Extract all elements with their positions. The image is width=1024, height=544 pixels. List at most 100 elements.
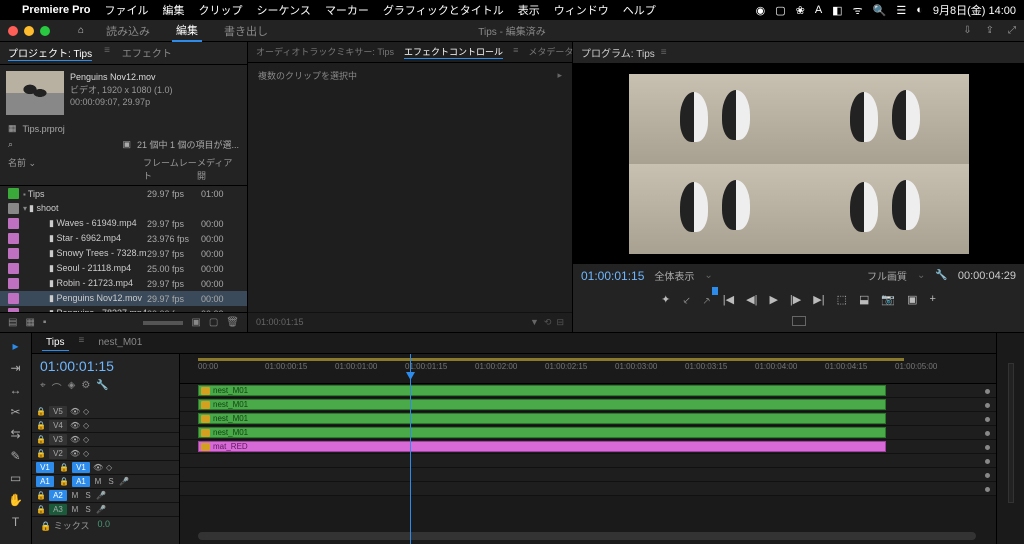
rectangle-tool-icon[interactable]: ▭: [10, 471, 21, 485]
expand-icon[interactable]: ▸: [557, 70, 562, 81]
search-icon[interactable]: 🔍: [873, 4, 887, 17]
mic-icon[interactable]: 🎤: [119, 477, 129, 486]
mic-icon[interactable]: 🎤: [96, 505, 106, 514]
clip-item[interactable]: ▮ Waves - 61949.mp4 29.97 fps00:00: [0, 216, 247, 231]
mark-out-icon[interactable]: ⸕: [703, 293, 711, 308]
eye-icon[interactable]: 👁: [70, 421, 80, 430]
clip-nest[interactable]: nest_M01: [198, 427, 886, 438]
clip-thumbnail[interactable]: [6, 71, 64, 115]
track-header-a1[interactable]: A1🔒A1MS🎤: [32, 475, 179, 489]
lock-icon[interactable]: 🔒: [36, 407, 46, 416]
track-lane-a3[interactable]: [180, 482, 996, 496]
battery-icon[interactable]: ◧: [832, 4, 842, 17]
lock-icon[interactable]: 🔒: [59, 463, 69, 472]
settings-icon[interactable]: ⚙: [81, 380, 90, 395]
sequence-tab-tips[interactable]: Tips: [42, 335, 69, 351]
eye-icon[interactable]: 👁: [70, 435, 80, 444]
track-header-v4[interactable]: 🔒V4👁◇: [32, 419, 179, 433]
mute-icon[interactable]: ◇: [83, 449, 89, 458]
status-icon[interactable]: A: [815, 4, 822, 16]
sort-icon[interactable]: ⌄: [29, 158, 37, 168]
search-icon[interactable]: ⌕: [8, 139, 13, 150]
lock-icon[interactable]: 🔒: [36, 449, 46, 458]
panel-menu-icon[interactable]: ≡: [513, 45, 518, 59]
safe-margins-icon[interactable]: [792, 316, 806, 326]
status-icon[interactable]: ▢: [775, 4, 785, 17]
mic-icon[interactable]: 🎤: [96, 491, 106, 500]
disclosure-icon[interactable]: ▾: [23, 204, 27, 213]
timeline-tracks-area[interactable]: 00:00 01:00:00:15 01:00:01:00 01:00:01:1…: [180, 354, 996, 544]
fullscreen-icon[interactable]: ⤢: [1008, 25, 1016, 36]
lock-icon[interactable]: 🔒: [36, 421, 46, 430]
timeline-timecode[interactable]: 01:00:01:15: [32, 354, 179, 378]
go-to-out-icon[interactable]: ▶|: [813, 293, 824, 308]
export-frame-icon[interactable]: 📷: [881, 293, 895, 308]
work-area-bar[interactable]: [198, 358, 904, 361]
ripple-tool-icon[interactable]: ↔: [10, 383, 22, 397]
tab-export[interactable]: 書き出し: [220, 21, 272, 41]
freeform-view-icon[interactable]: ▪: [43, 317, 47, 328]
track-select-tool-icon[interactable]: ⇥: [10, 361, 20, 375]
track-header-v5[interactable]: 🔒V5👁◇: [32, 405, 179, 419]
mute-icon[interactable]: ◇: [83, 407, 89, 416]
tab-effect-controls[interactable]: エフェクトコントロール: [404, 45, 503, 59]
linked-selection-icon[interactable]: ⌒: [52, 380, 62, 395]
slip-tool-icon[interactable]: ⇆: [10, 427, 20, 441]
scrubber-playhead[interactable]: [712, 287, 718, 295]
download-icon[interactable]: ⇩: [963, 25, 971, 36]
menu-view[interactable]: 表示: [518, 2, 540, 18]
track-lane-a2[interactable]: [180, 468, 996, 482]
add-marker-icon[interactable]: ✦: [661, 293, 670, 308]
track-lane-v2[interactable]: nest_M01: [180, 426, 996, 440]
track-header-a2[interactable]: 🔒A2MS🎤: [32, 489, 179, 503]
settings-icon[interactable]: 🔧: [935, 270, 947, 281]
new-bin-icon[interactable]: ▣: [191, 317, 200, 328]
icon-view-icon[interactable]: ▦: [25, 317, 34, 328]
comparison-icon[interactable]: ▣: [907, 293, 917, 308]
lock-icon[interactable]: 🔒: [36, 491, 46, 500]
clip-nest[interactable]: nest_M01: [198, 399, 886, 410]
menu-help[interactable]: ヘルプ: [623, 2, 656, 18]
snap-icon[interactable]: ⌖: [40, 380, 46, 395]
track-lane-v1[interactable]: mat_RED: [180, 440, 996, 454]
eye-icon[interactable]: 👁: [70, 449, 80, 458]
status-icon[interactable]: ❀: [796, 4, 805, 17]
extract-icon[interactable]: ⬓: [859, 293, 869, 308]
step-back-icon[interactable]: ◀|: [746, 293, 757, 308]
playhead[interactable]: [410, 354, 411, 544]
type-tool-icon[interactable]: T: [12, 515, 19, 529]
track-header-v3[interactable]: 🔒V3👁◇: [32, 433, 179, 447]
clip-item[interactable]: ▮ Seoul - 21118.mp4 25.00 fps00:00: [0, 261, 247, 276]
mute-icon[interactable]: ◇: [83, 435, 89, 444]
clip-item[interactable]: ▮ Star - 6962.mp4 23.976 fps00:00: [0, 231, 247, 246]
mute-icon[interactable]: ◇: [106, 463, 112, 472]
play-icon[interactable]: ▶: [769, 293, 777, 308]
app-name[interactable]: Premiere Pro: [22, 4, 90, 16]
panel-menu-icon[interactable]: ≡: [104, 45, 110, 61]
bin-icon[interactable]: ▣: [122, 139, 131, 150]
minimize-icon[interactable]: [24, 26, 34, 36]
selection-tool-icon[interactable]: ▸: [12, 339, 18, 353]
close-icon[interactable]: [8, 26, 18, 36]
panel-menu-icon[interactable]: ≡: [79, 335, 85, 351]
trash-icon[interactable]: 🗑: [226, 317, 239, 328]
tab-edit[interactable]: 編集: [172, 20, 202, 42]
tool-icon[interactable]: ⊟: [556, 317, 564, 327]
tab-audio-mixer[interactable]: オーディオトラックミキサー: Tips: [256, 45, 394, 59]
tab-project[interactable]: プロジェクト: Tips: [8, 45, 92, 61]
timeline-ruler[interactable]: 00:00 01:00:00:15 01:00:01:00 01:00:01:1…: [180, 354, 996, 384]
go-to-in-icon[interactable]: |◀: [723, 293, 734, 308]
menu-window[interactable]: ウィンドウ: [554, 2, 609, 18]
col-framerate[interactable]: フレームレート: [143, 156, 197, 182]
clock[interactable]: 9月8日(金) 14:00: [933, 2, 1016, 18]
eye-icon[interactable]: 👁: [93, 463, 103, 472]
track-lane-v4[interactable]: nest_M01: [180, 398, 996, 412]
col-media[interactable]: メディア開: [197, 156, 239, 182]
fit-dropdown[interactable]: 全体表示: [654, 268, 694, 283]
clip-item[interactable]: ▮ Robin - 21723.mp4 29.97 fps00:00: [0, 276, 247, 291]
zoom-icon[interactable]: [40, 26, 50, 36]
sequence-item[interactable]: ▪Tips 29.97 fps01:00: [0, 186, 247, 201]
sequence-tab-nest[interactable]: nest_M01: [94, 335, 146, 351]
clip-mat[interactable]: mat_RED: [198, 441, 886, 452]
track-lane-a1[interactable]: [180, 454, 996, 468]
